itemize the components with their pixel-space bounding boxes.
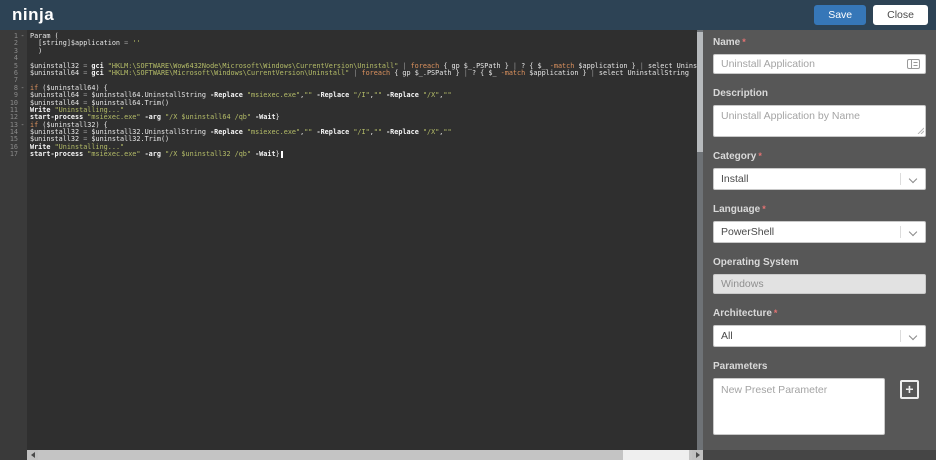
select-divider [900, 173, 901, 185]
code-line[interactable]: 6$uninstall64 = gci "HKLM:\SOFTWARE\Micr… [0, 70, 703, 77]
os-label: Operating System [713, 257, 926, 268]
fold-marker-icon [18, 92, 27, 99]
fold-marker-icon [18, 107, 27, 114]
language-field-group: Language* PowerShell [713, 204, 926, 243]
code-text: start-process "msiexec.exe" -arg "/X $un… [27, 151, 283, 158]
code-lines[interactable]: 1-Param (2 [string]$application = ''3 )4… [0, 30, 703, 159]
code-line[interactable]: 2 [string]$application = '' [0, 40, 703, 47]
language-select[interactable]: PowerShell [713, 221, 926, 243]
category-field-group: Category* Install [713, 151, 926, 190]
architecture-selected-value: All [721, 330, 733, 342]
header-actions: Save Close [814, 5, 928, 25]
chevron-down-icon [909, 332, 917, 340]
line-number: 17 [0, 151, 18, 158]
name-input[interactable] [713, 54, 926, 74]
language-label: Language* [713, 204, 926, 215]
chevron-down-icon [909, 175, 917, 183]
fold-marker-icon [18, 55, 27, 62]
add-parameter-button[interactable]: + [900, 380, 919, 399]
fold-marker-icon [18, 40, 27, 47]
architecture-label: Architecture* [713, 308, 926, 319]
code-text: ) [27, 48, 42, 55]
code-text: [string]$application = '' [27, 40, 141, 47]
fold-marker-icon [18, 100, 27, 107]
parameters-field-group: Parameters + [713, 361, 926, 435]
save-button[interactable]: Save [814, 5, 866, 25]
select-divider [900, 330, 901, 342]
editor-horizontal-scrollbar[interactable] [27, 450, 703, 460]
parameters-label: Parameters [713, 361, 926, 372]
fold-marker-icon [18, 151, 27, 158]
name-label: Name* [713, 37, 926, 48]
scroll-left-arrow[interactable] [27, 450, 38, 460]
keyboard-icon [907, 59, 920, 69]
fold-marker-icon [18, 144, 27, 151]
architecture-select[interactable]: All [713, 325, 926, 347]
close-button[interactable]: Close [873, 5, 928, 25]
chevron-down-icon [909, 228, 917, 236]
description-label: Description [713, 88, 926, 99]
plus-icon: + [905, 383, 913, 396]
code-line[interactable]: 17 start-process "msiexec.exe" -arg "/X $… [0, 151, 703, 158]
fold-marker-icon [18, 129, 27, 136]
description-field-group: Description [713, 88, 926, 137]
description-input[interactable] [713, 105, 926, 137]
parameters-input[interactable] [713, 378, 885, 435]
language-selected-value: PowerShell [721, 226, 774, 238]
text-cursor [281, 151, 283, 158]
architecture-field-group: Architecture* All [713, 308, 926, 347]
fold-marker-icon [18, 136, 27, 143]
scroll-right-arrow[interactable] [692, 450, 703, 460]
select-divider [900, 226, 901, 238]
fold-marker-icon[interactable]: - [18, 122, 27, 129]
fold-marker-icon [18, 63, 27, 70]
app-header: ninja Save Close [0, 0, 936, 30]
horizontal-scrollbar-track[interactable] [38, 450, 692, 460]
category-selected-value: Install [721, 173, 748, 185]
fold-marker-icon[interactable]: - [18, 85, 27, 92]
triangle-left-icon [31, 452, 35, 458]
script-settings-panel: Name* Description [703, 30, 936, 460]
main-content: 1-Param (2 [string]$application = ''3 )4… [0, 30, 936, 460]
os-field-group: Operating System [713, 257, 926, 294]
code-editor[interactable]: 1-Param (2 [string]$application = ''3 )4… [0, 30, 703, 460]
triangle-right-icon [696, 452, 700, 458]
os-input [713, 274, 926, 294]
fold-marker-icon [18, 70, 27, 77]
category-label: Category* [713, 151, 926, 162]
required-asterisk: * [758, 151, 762, 161]
fold-marker-icon [18, 48, 27, 55]
category-select[interactable]: Install [713, 168, 926, 190]
required-asterisk: * [742, 37, 746, 47]
required-asterisk: * [762, 204, 766, 214]
required-asterisk: * [774, 308, 778, 318]
horizontal-scrollbar-thumb[interactable] [623, 450, 689, 460]
name-field-group: Name* [713, 37, 926, 74]
fold-marker-icon[interactable]: - [18, 33, 27, 40]
code-text: $uninstall64 = gci "HKLM:\SOFTWARE\Micro… [27, 70, 689, 77]
code-line[interactable]: 3 ) [0, 48, 703, 55]
ninja-logo: ninja [12, 5, 54, 25]
